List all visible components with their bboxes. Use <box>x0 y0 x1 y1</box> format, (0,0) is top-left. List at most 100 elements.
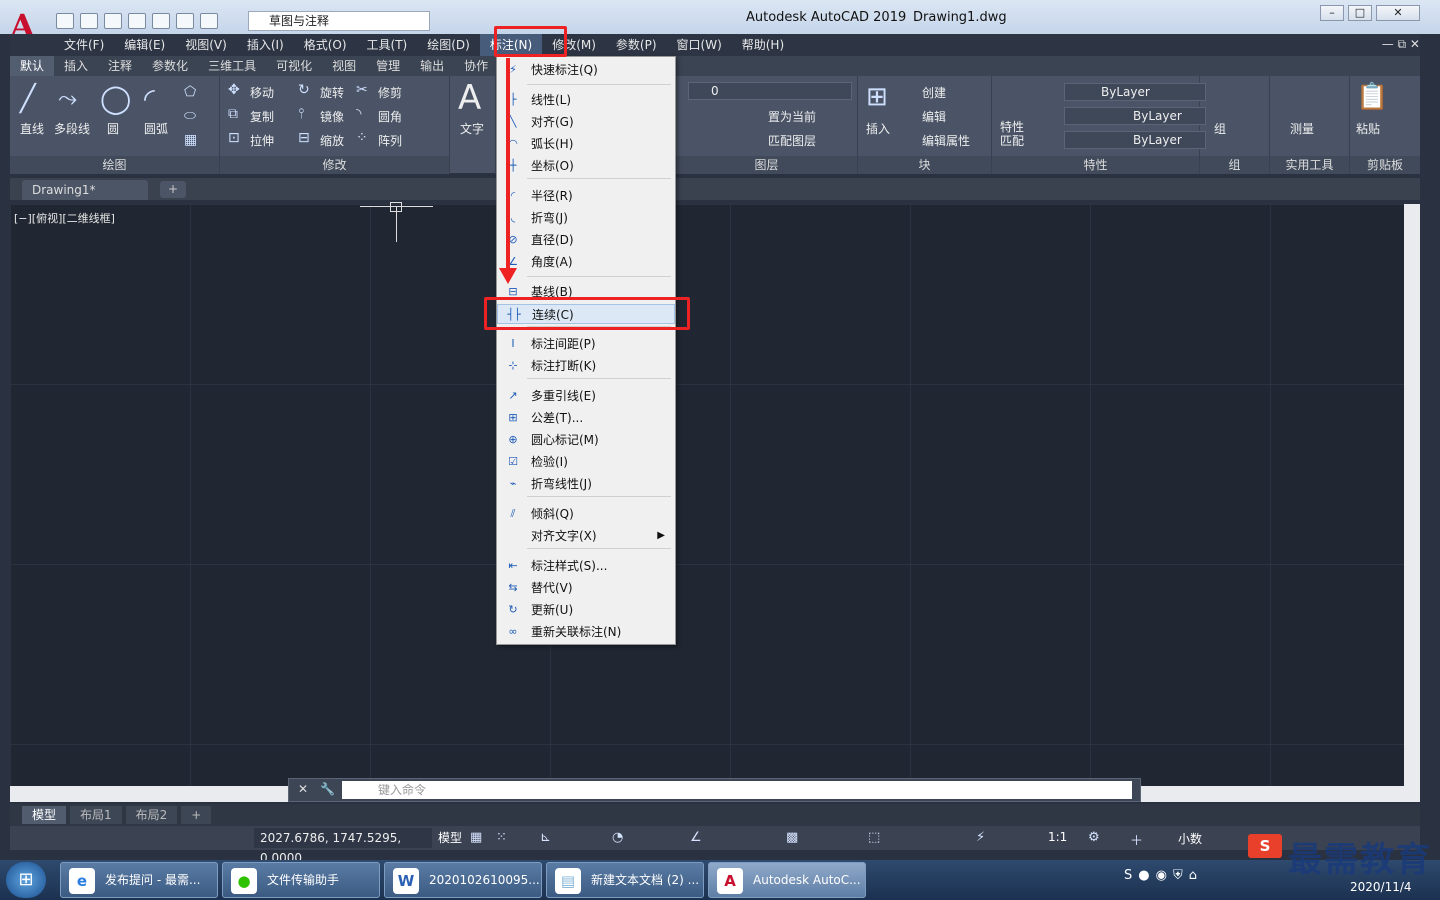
edit-block-button[interactable]: 编辑 <box>922 108 946 125</box>
document-window-controls[interactable]: — ⧉ ✕ <box>1382 37 1420 52</box>
model-space-button[interactable]: 模型 <box>438 828 462 848</box>
minimize-button[interactable]: – <box>1320 5 1344 21</box>
insert-block-icon[interactable]: ⊞ <box>866 82 888 112</box>
menu-item-jogged-linear[interactable]: ⌁ 折弯线性(J) <box>497 474 675 494</box>
new-tab-icon[interactable]: + <box>160 181 186 198</box>
menu-edit[interactable]: 编辑(E) <box>114 34 175 56</box>
utilities-panel-title[interactable]: 实用工具 <box>1270 156 1349 174</box>
menu-tools[interactable]: 工具(T) <box>357 34 418 56</box>
rotate-button[interactable]: 旋转 <box>320 84 344 101</box>
circle-icon[interactable]: ◯ <box>100 82 131 115</box>
new-file-icon[interactable] <box>56 13 74 29</box>
taskbar-item-word[interactable]: W 2020102610095... <box>384 862 542 898</box>
menu-format[interactable]: 格式(O) <box>294 34 357 56</box>
properties-panel-title[interactable]: 特性 <box>992 156 1199 174</box>
save-icon[interactable] <box>104 13 122 29</box>
taskbar-item-notepad[interactable]: ▤ 新建文本文档 (2) ... <box>546 862 704 898</box>
menu-item-ordinate[interactable]: ┼ 坐标(O) <box>497 156 675 176</box>
netease-icon[interactable]: ◉ <box>1156 868 1167 883</box>
mirror-button[interactable]: 镜像 <box>320 108 344 125</box>
menu-help[interactable]: 帮助(H) <box>732 34 794 56</box>
set-current-button[interactable]: 置为当前 <box>768 108 816 125</box>
menu-item-arc-length[interactable]: ◠ 弧长(H) <box>497 134 675 154</box>
fillet-button[interactable]: 圆角 <box>378 108 402 125</box>
polyline-button[interactable]: 多段线 <box>54 120 90 137</box>
close-button[interactable]: ✕ <box>1376 5 1420 21</box>
arc-button[interactable]: 圆弧 <box>144 120 168 137</box>
snap-icon[interactable]: ⁙ <box>496 830 507 845</box>
paste-button[interactable]: 粘贴 <box>1356 120 1380 137</box>
workspace-select[interactable]: 草图与注释 <box>248 11 430 31</box>
tab-3d-tools[interactable]: 三维工具 <box>198 56 266 76</box>
menu-item-center-mark[interactable]: ⊕ 圆心标记(M) <box>497 430 675 450</box>
circle-button[interactable]: 圆 <box>107 120 119 137</box>
plus-icon[interactable]: ＋ <box>1130 830 1143 849</box>
hatch-icon[interactable]: ⬭ <box>184 108 196 124</box>
tab-default[interactable]: 默认 <box>10 56 55 76</box>
save-as-icon[interactable] <box>128 13 146 29</box>
rectangle-icon[interactable]: ⬠ <box>184 84 196 100</box>
command-input[interactable]: 键入命令 <box>342 781 1132 799</box>
tab-annotate[interactable]: 注释 <box>98 56 142 76</box>
wechat-icon[interactable]: ● <box>1138 868 1149 883</box>
taskbar-item-wechat[interactable]: ● 文件传输助手 <box>222 862 380 898</box>
ime-icon[interactable]: S <box>1248 834 1282 858</box>
command-close-icon[interactable]: ✕ <box>298 782 308 796</box>
network-icon[interactable]: ⌂ <box>1189 868 1197 883</box>
tab-parametric[interactable]: 参数化 <box>142 56 198 76</box>
menu-item-oblique[interactable]: ⫽ 倾斜(Q) <box>497 504 675 524</box>
command-settings-icon[interactable]: 🔧 <box>320 782 335 796</box>
menu-draw[interactable]: 绘图(D) <box>417 34 480 56</box>
copy-button[interactable]: 复制 <box>250 108 274 125</box>
menu-item-multileader[interactable]: ↗ 多重引线(E) <box>497 386 675 406</box>
layer-select[interactable]: 0 <box>688 82 852 100</box>
print-icon[interactable] <box>152 13 170 29</box>
ortho-icon[interactable]: ⊾ <box>540 830 551 845</box>
osnap-icon[interactable]: ∠ <box>690 830 702 845</box>
move-button[interactable]: 移动 <box>250 84 274 101</box>
file-tab[interactable]: Drawing1* <box>22 180 148 200</box>
polar-icon[interactable]: ◔ <box>612 830 623 845</box>
tab-collaborate[interactable]: 协作 <box>454 56 498 76</box>
gear-icon[interactable]: ⚙ <box>1088 830 1100 845</box>
menu-item-linear[interactable]: ├ 线性(L) <box>497 90 675 110</box>
menu-insert[interactable]: 插入(I) <box>237 34 294 56</box>
scale-button[interactable]: 缩放 <box>320 132 344 149</box>
menu-item-quick-dimension[interactable]: ⚡ 快速标注(Q) <box>497 60 675 80</box>
taskbar-item-ie[interactable]: e 发布提问 - 最需... <box>60 862 218 898</box>
menu-view[interactable]: 视图(V) <box>175 34 237 56</box>
polyline-icon[interactable]: ⤳ <box>58 84 77 112</box>
lineweight-select[interactable]: ByLayer <box>1064 131 1206 149</box>
text-button[interactable]: 文字 <box>460 120 484 137</box>
menu-item-tolerance[interactable]: ⊞ 公差(T)... <box>497 408 675 428</box>
tab-manage[interactable]: 管理 <box>366 56 410 76</box>
line-button[interactable]: 直线 <box>20 120 44 137</box>
add-layout-icon[interactable]: + <box>181 806 212 824</box>
annotation-scale[interactable]: 1:1 <box>1048 830 1067 844</box>
menu-item-update[interactable]: ↻ 更新(U) <box>497 600 675 620</box>
transparency-icon[interactable]: ▩ <box>786 830 798 845</box>
maximize-button[interactable]: □ <box>1348 5 1372 21</box>
menu-item-dimension-break[interactable]: ⊹ 标注打断(K) <box>497 356 675 376</box>
undo-icon[interactable] <box>176 13 194 29</box>
shield-icon[interactable]: ⛨ <box>1173 868 1183 883</box>
tab-insert[interactable]: 插入 <box>54 56 98 76</box>
taskbar-item-autocad[interactable]: A Autodesk AutoC... <box>708 862 866 898</box>
tab-view[interactable]: 视图 <box>322 56 366 76</box>
array-button[interactable]: 阵列 <box>378 132 402 149</box>
match-properties-button[interactable]: 特性 匹配 <box>1000 120 1024 148</box>
menu-window[interactable]: 窗口(W) <box>667 34 732 56</box>
open-file-icon[interactable] <box>80 13 98 29</box>
menu-file[interactable]: 文件(F) <box>54 34 114 56</box>
modify-panel-title[interactable]: 修改 <box>220 156 449 174</box>
paste-icon[interactable]: 📋 <box>1356 82 1388 112</box>
gradient-icon[interactable]: ▦ <box>184 132 197 148</box>
menu-item-radius[interactable]: ◜ 半径(R) <box>497 186 675 206</box>
trim-button[interactable]: 修剪 <box>378 84 402 101</box>
viewport-controls[interactable]: [−][俯视][二维线框] <box>14 210 115 226</box>
redo-icon[interactable] <box>200 13 218 29</box>
tab-layout2[interactable]: 布局2 <box>125 806 178 824</box>
linetype-select[interactable]: ByLayer <box>1064 107 1206 125</box>
stretch-button[interactable]: 拉伸 <box>250 132 274 149</box>
drawing-canvas[interactable] <box>10 204 1404 786</box>
